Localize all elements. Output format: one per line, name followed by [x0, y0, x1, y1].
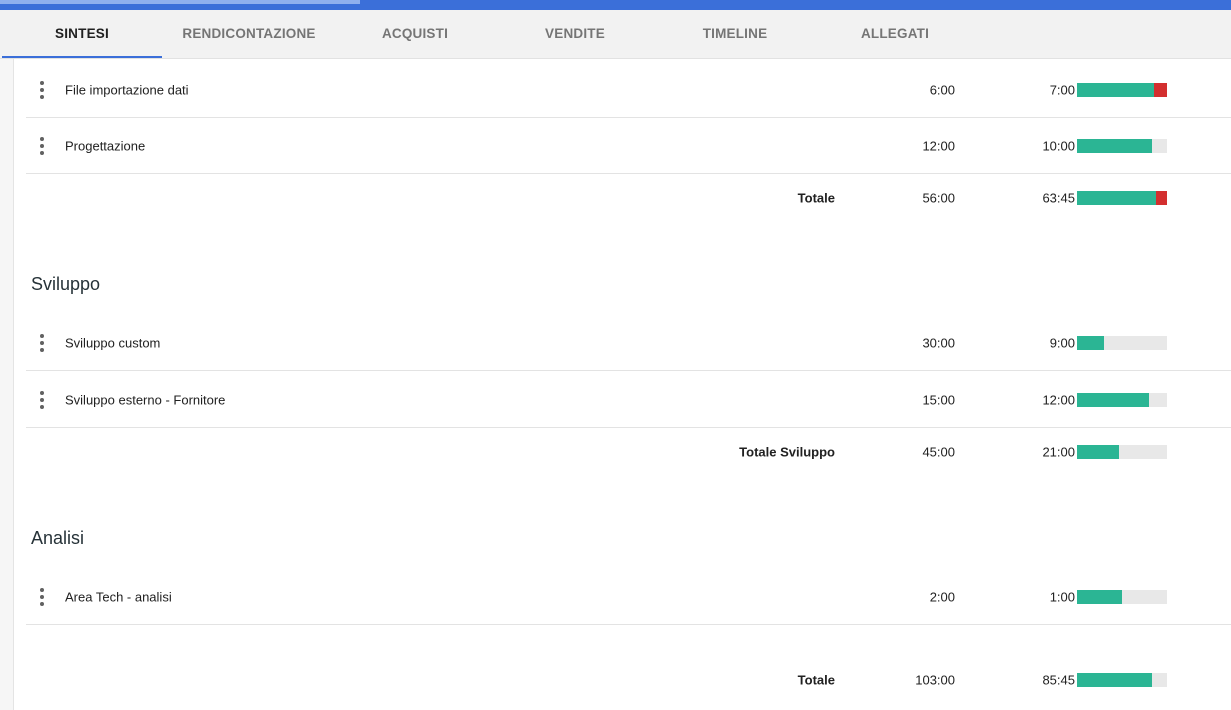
actual-hours: 10:00 — [1042, 138, 1075, 153]
grand-total-row: Totale 103:00 85:45 — [26, 653, 1231, 707]
active-tab-indicator — [2, 56, 162, 58]
summary-content: File importazione dati 6:00 7:00 Progett… — [14, 59, 1231, 710]
activity-label: Sviluppo esterno - Fornitore — [65, 392, 226, 407]
total-planned-hours: 45:00 — [922, 444, 955, 460]
progress-bar — [1077, 82, 1167, 97]
total-label: Totale Sviluppo — [739, 444, 835, 460]
tab-timeline[interactable]: TIMELINE — [655, 10, 815, 58]
table-row: Progettazione 12:00 10:00 — [26, 118, 1231, 174]
more-vert-icon[interactable] — [36, 333, 48, 352]
progress-bar-fill — [1077, 673, 1152, 687]
actual-hours: 12:00 — [1042, 392, 1075, 407]
total-row: Totale 56:00 63:45 — [26, 171, 1231, 225]
table-row: Sviluppo esterno - Fornitore 15:00 12:00 — [26, 372, 1231, 428]
section-title: Analisi — [31, 528, 85, 548]
tab-allegati[interactable]: ALLEGATI — [815, 10, 975, 58]
grand-total-actual-hours: 85:45 — [1042, 672, 1075, 688]
progress-bar-fill — [1077, 138, 1152, 153]
tab-sintesi[interactable]: SINTESI — [2, 10, 162, 58]
left-rail — [0, 59, 14, 710]
progress-bar — [1077, 392, 1167, 407]
total-actual-hours: 63:45 — [1042, 190, 1075, 206]
total-progress-bar — [1077, 445, 1167, 459]
loading-progress-bar — [0, 0, 360, 4]
activity-label: Area Tech - analisi — [65, 589, 172, 604]
table-row: Sviluppo custom 30:00 9:00 — [26, 315, 1231, 371]
activity-label: Progettazione — [65, 138, 146, 153]
planned-hours: 12:00 — [922, 138, 955, 153]
more-vert-icon[interactable] — [36, 136, 48, 155]
tab-bar: SINTESI RENDICONTAZIONE ACQUISTI VENDITE… — [0, 10, 1231, 59]
progress-bar-fill — [1077, 335, 1104, 350]
progress-bar — [1077, 335, 1167, 350]
progress-bar — [1077, 589, 1167, 604]
total-label: Totale — [797, 190, 835, 206]
actual-hours: 1:00 — [1049, 589, 1075, 604]
actual-hours: 7:00 — [1049, 82, 1075, 97]
progress-bar-fill — [1077, 589, 1122, 604]
progress-bar-overrun — [1154, 82, 1167, 97]
progress-bar-fill — [1077, 191, 1157, 205]
total-row: Totale Sviluppo 45:00 21:00 — [26, 425, 1231, 479]
total-planned-hours: 56:00 — [922, 190, 955, 206]
progress-bar — [1077, 138, 1167, 153]
activity-label: Sviluppo custom — [65, 335, 161, 350]
progress-bar-overrun — [1156, 191, 1167, 205]
more-vert-icon[interactable] — [36, 587, 48, 606]
tab-rendicontazione[interactable]: RENDICONTAZIONE — [168, 10, 330, 58]
app-top-bar — [0, 0, 1231, 10]
grand-total-planned-hours: 103:00 — [915, 672, 955, 688]
planned-hours: 15:00 — [922, 392, 955, 407]
total-actual-hours: 21:00 — [1042, 444, 1075, 460]
table-row: Area Tech - analisi 2:00 1:00 — [26, 569, 1231, 625]
planned-hours: 6:00 — [929, 82, 955, 97]
planned-hours: 30:00 — [922, 335, 955, 350]
tab-vendite[interactable]: VENDITE — [495, 10, 655, 58]
progress-bar-fill — [1077, 445, 1120, 459]
tab-acquisti[interactable]: ACQUISTI — [335, 10, 495, 58]
more-vert-icon[interactable] — [36, 390, 48, 409]
table-row: File importazione dati 6:00 7:00 — [26, 62, 1231, 118]
progress-bar-fill — [1077, 82, 1155, 97]
activity-label: File importazione dati — [65, 82, 189, 97]
more-vert-icon[interactable] — [36, 80, 48, 99]
actual-hours: 9:00 — [1049, 335, 1075, 350]
progress-bar-fill — [1077, 392, 1149, 407]
total-progress-bar — [1077, 191, 1167, 205]
section-title: Sviluppo — [31, 274, 101, 294]
grand-total-progress-bar — [1077, 673, 1167, 687]
grand-total-label: Totale — [797, 672, 835, 688]
planned-hours: 2:00 — [929, 589, 955, 604]
